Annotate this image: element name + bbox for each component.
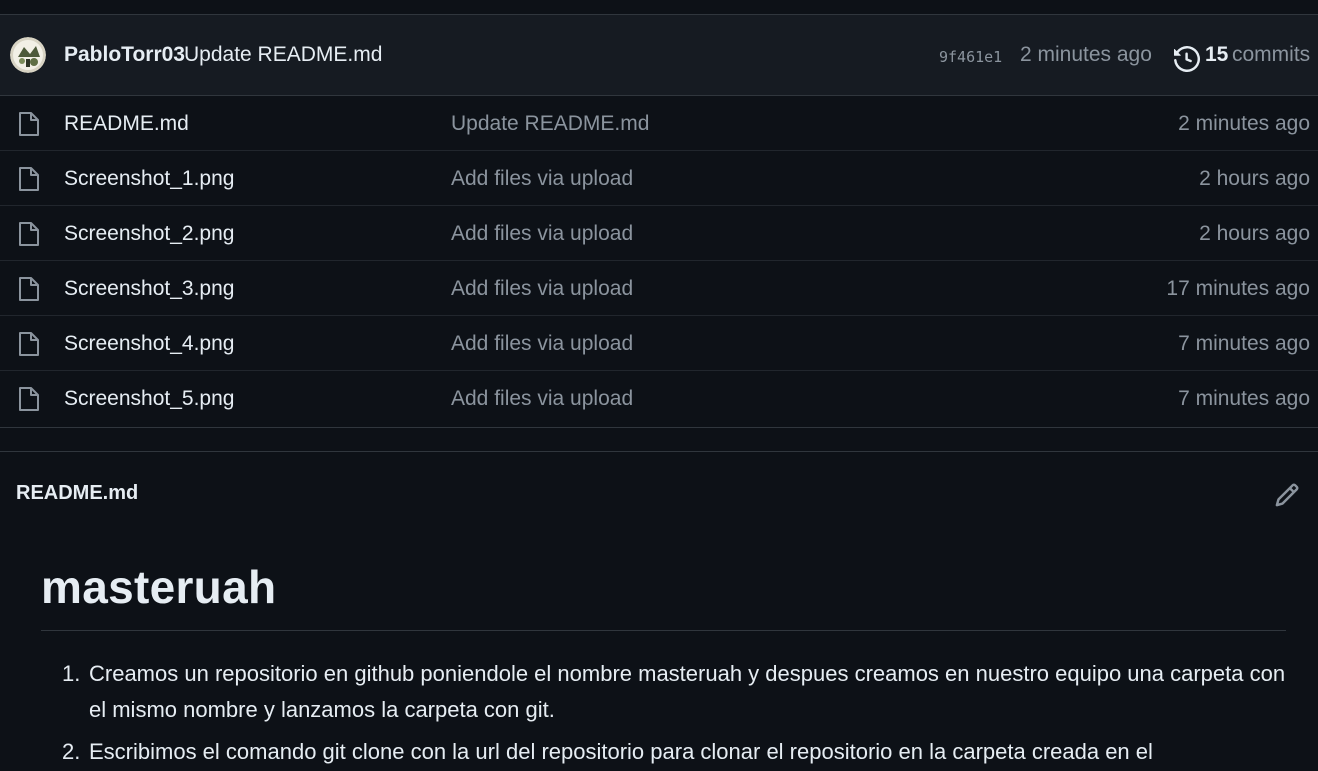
readme-heading: masteruah — [41, 561, 277, 613]
heading-divider — [41, 630, 1286, 631]
list-item: 2. Escribimos el comando git clone con l… — [62, 734, 1292, 770]
list-item: 1. Creamos un repositorio en github poni… — [62, 656, 1292, 728]
commit-sha-link[interactable]: 9f461e1 — [939, 48, 1002, 66]
file-time: 2 minutes ago — [1178, 112, 1310, 135]
file-icon — [18, 386, 40, 412]
file-time: 2 hours ago — [1199, 222, 1310, 245]
history-icon[interactable] — [1174, 45, 1201, 73]
commits-count[interactable]: 15 — [1205, 43, 1228, 67]
readme-header: README.md — [0, 451, 1318, 535]
file-row[interactable]: Screenshot_5.png Add files via upload 7 … — [0, 371, 1318, 427]
list-number: 1. — [62, 661, 81, 686]
list-number: 2. — [62, 739, 81, 764]
file-name-link[interactable]: Screenshot_3.png — [64, 277, 234, 301]
avatar[interactable] — [10, 37, 46, 73]
file-commit-message[interactable]: Add files via upload — [451, 222, 633, 246]
file-commit-message[interactable]: Add files via upload — [451, 332, 633, 356]
file-commit-message[interactable]: Add files via upload — [451, 277, 633, 301]
top-strip — [0, 0, 1318, 15]
commits-link[interactable]: commits — [1232, 43, 1310, 67]
file-icon — [18, 331, 40, 357]
file-commit-message[interactable]: Add files via upload — [451, 167, 633, 191]
file-time: 17 minutes ago — [1166, 277, 1310, 300]
readme-ordered-list: 1. Creamos un repositorio en github poni… — [62, 656, 1292, 771]
pencil-icon[interactable] — [1274, 482, 1300, 508]
list-item-text: Escribimos el comando git clone con la u… — [89, 739, 1153, 764]
file-commit-message[interactable]: Update README.md — [451, 112, 649, 136]
file-browser: PabloTorr03 Update README.md 9f461e1 2 m… — [0, 15, 1318, 428]
file-time: 7 minutes ago — [1178, 387, 1310, 410]
file-row[interactable]: Screenshot_1.png Add files via upload 2 … — [0, 151, 1318, 206]
file-icon — [18, 166, 40, 192]
file-name-link[interactable]: Screenshot_4.png — [64, 332, 234, 356]
file-name-link[interactable]: Screenshot_2.png — [64, 222, 234, 246]
file-time: 7 minutes ago — [1178, 332, 1310, 355]
commit-message-link[interactable]: Update README.md — [184, 43, 382, 67]
file-icon — [18, 276, 40, 302]
file-name-link[interactable]: README.md — [64, 112, 189, 136]
commit-author-link[interactable]: PabloTorr03 — [64, 43, 185, 67]
readme-filename-link[interactable]: README.md — [16, 482, 138, 505]
file-icon — [18, 111, 40, 137]
file-icon — [18, 221, 40, 247]
file-commit-message[interactable]: Add files via upload — [451, 387, 633, 411]
file-row[interactable]: Screenshot_2.png Add files via upload 2 … — [0, 206, 1318, 261]
file-name-link[interactable]: Screenshot_1.png — [64, 167, 234, 191]
file-time: 2 hours ago — [1199, 167, 1310, 190]
file-row[interactable]: Screenshot_4.png Add files via upload 7 … — [0, 316, 1318, 371]
list-item-text: Creamos un repositorio en github poniend… — [89, 661, 1286, 722]
file-row[interactable]: Screenshot_3.png Add files via upload 17… — [0, 261, 1318, 316]
file-name-link[interactable]: Screenshot_5.png — [64, 387, 234, 411]
file-row[interactable]: README.md Update README.md 2 minutes ago — [0, 96, 1318, 151]
latest-commit-bar: PabloTorr03 Update README.md 9f461e1 2 m… — [0, 15, 1318, 96]
commit-time: 2 minutes ago — [1020, 43, 1152, 66]
